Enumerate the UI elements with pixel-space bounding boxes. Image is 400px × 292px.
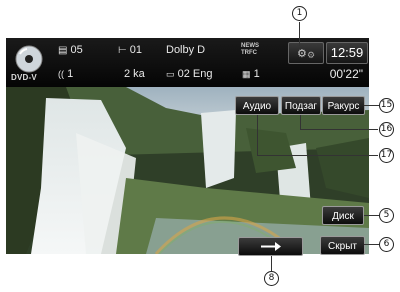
channels: 2 ka <box>124 68 145 80</box>
callout-line-17a <box>257 115 258 156</box>
title-icon: ▤ <box>58 45 68 56</box>
callout-line-6 <box>364 244 379 245</box>
callout-1: 1 <box>292 6 307 21</box>
news-label: NEWS <box>241 43 259 49</box>
audio-format: Dolby D <box>166 44 206 56</box>
title-number: 05 <box>70 44 83 56</box>
callout-17: 17 <box>379 148 394 163</box>
angle-icon: ▦ <box>242 69 251 79</box>
chapter-indicator: ⊢ 01 <box>118 44 142 56</box>
chapter-icon: ⊢ <box>118 45 127 56</box>
callout-6: 6 <box>379 237 394 252</box>
audio-button[interactable]: Аудио <box>235 96 279 115</box>
callout-line-16b <box>300 129 378 130</box>
status-bar: DVD-V ▤ 05 ⊢ 01 Dolby D NEWS TRFC ⚙ ⚙ 12… <box>6 38 369 87</box>
clock: 12:59 <box>326 42 368 64</box>
arrow-right-icon <box>261 242 281 251</box>
callout-5: 5 <box>379 208 394 223</box>
callout-line-17b <box>257 155 378 156</box>
audio-stream-icon: (( <box>58 69 64 79</box>
audio-stream-number: 1 <box>67 68 74 80</box>
elapsed-time: 00'22" <box>329 67 363 81</box>
subtitle-button[interactable]: Подзаг <box>281 96 321 115</box>
audio-stream-indicator: (( 1 <box>58 68 73 80</box>
subtitle-indicator: ▭ 02 Eng <box>166 68 212 80</box>
settings-icon: ⚙ ⚙ <box>297 47 315 61</box>
disc-type-label: DVD-V <box>11 73 37 82</box>
trfc-label: TRFC <box>241 50 257 56</box>
angle-button[interactable]: Ракурс <box>322 96 365 115</box>
callout-15: 15 <box>379 98 394 113</box>
settings-button[interactable]: ⚙ ⚙ <box>288 42 324 64</box>
callout-16: 16 <box>379 122 394 137</box>
subtitle-value: 02 Eng <box>177 68 213 80</box>
disc-button[interactable]: Диск <box>322 206 364 225</box>
callout-line-15 <box>364 105 379 106</box>
next-page-button[interactable] <box>238 237 303 256</box>
hide-button[interactable]: Скрыт <box>320 236 365 255</box>
title-indicator: ▤ 05 <box>58 44 83 56</box>
svg-text:⚙: ⚙ <box>307 51 315 61</box>
callout-line-1 <box>299 22 300 46</box>
callout-line-16a <box>300 115 301 129</box>
chapter-number: 01 <box>129 44 143 56</box>
angle-number: 1 <box>253 68 260 80</box>
callout-8: 8 <box>264 271 279 286</box>
disc-icon <box>15 45 43 73</box>
traffic-news-indicator: NEWS TRFC <box>241 43 259 57</box>
angle-indicator: ▦ 1 <box>242 68 260 80</box>
subtitle-icon: ▭ <box>166 69 175 79</box>
callout-line-5 <box>364 215 379 216</box>
svg-text:⚙: ⚙ <box>297 47 307 60</box>
callout-line-8 <box>271 256 272 271</box>
